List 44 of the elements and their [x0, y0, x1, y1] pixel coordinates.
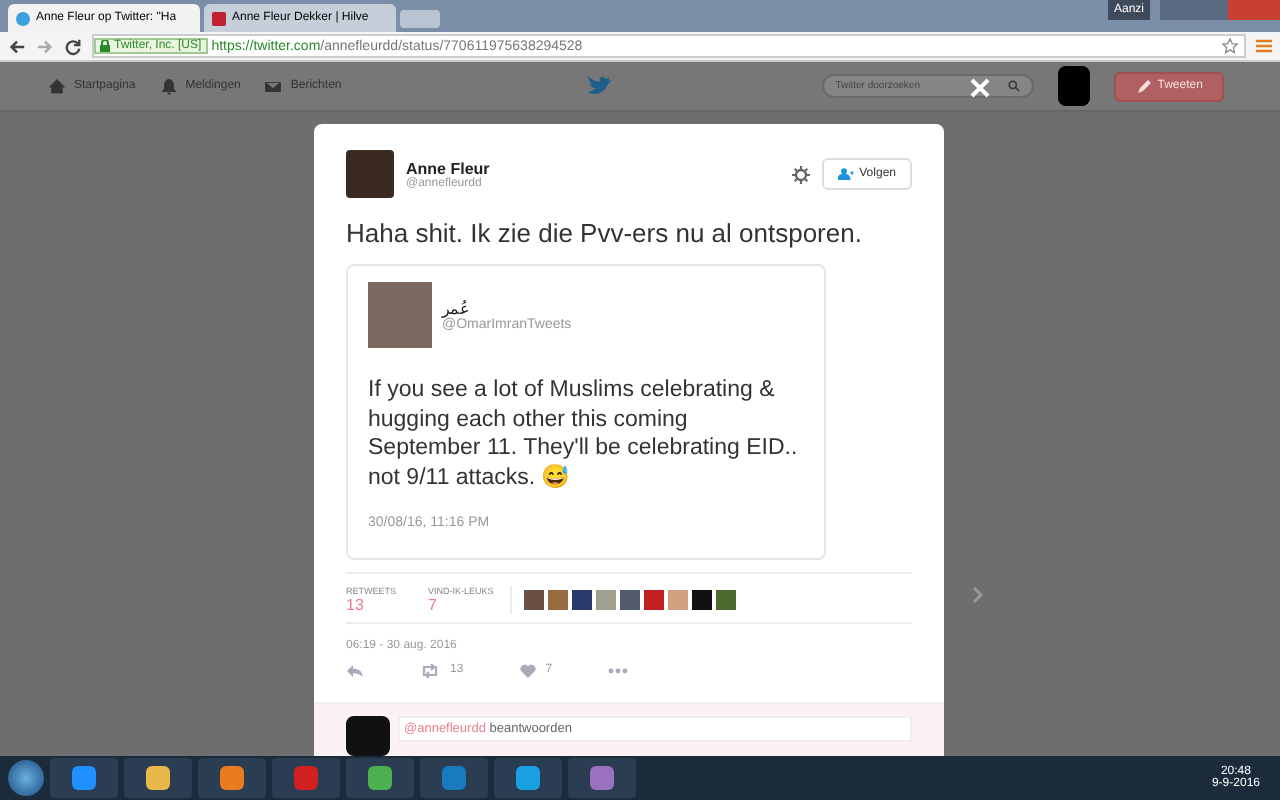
avatar-icon[interactable]	[1057, 66, 1090, 106]
app-icon[interactable]	[124, 758, 192, 798]
user-name: Anne Fleur	[406, 159, 492, 177]
app-icon[interactable]	[420, 758, 488, 798]
quoted-tweet-text: If you see a lot of Muslims celebrating & hugging each other this coming September 11. They'll be celebrating EID.. not 9/11 attacks. 😅	[368, 376, 800, 494]
lock-icon	[100, 40, 110, 52]
close-icon[interactable]	[970, 78, 990, 98]
envelope-icon[interactable]	[264, 77, 283, 95]
avatar-placeholder[interactable]	[716, 589, 736, 610]
forward-icon[interactable]	[36, 37, 54, 55]
person-add-icon	[837, 168, 854, 180]
avatar-placeholder	[368, 282, 432, 348]
tweet-text: Haha shit. Ik zie die Pvv-ers nu al ontsporen.	[346, 218, 864, 248]
stat-count[interactable]: 13	[346, 595, 428, 614]
avatar-placeholder[interactable]	[644, 589, 664, 610]
back-icon[interactable]	[8, 37, 26, 55]
menu-icon[interactable]	[1256, 38, 1272, 54]
retweet-icon[interactable]	[420, 663, 440, 678]
site-icon	[212, 11, 226, 25]
more-icon[interactable]	[608, 667, 629, 674]
pencil-icon	[1135, 79, 1152, 93]
avatar-placeholder[interactable]	[572, 589, 592, 610]
avatar-placeholder[interactable]	[620, 589, 640, 610]
app-icon[interactable]	[494, 758, 562, 798]
avatar-icon	[346, 715, 390, 756]
bell-icon[interactable]	[159, 77, 178, 95]
heart-icon[interactable]	[519, 663, 536, 678]
home-icon[interactable]	[48, 77, 66, 95]
stat-count[interactable]: 7	[428, 595, 510, 614]
app-icon[interactable]	[346, 758, 414, 798]
user-name: عُمر	[442, 299, 470, 317]
app-icon[interactable]	[568, 758, 636, 798]
star-icon[interactable]	[1222, 38, 1238, 54]
start-button[interactable]	[8, 760, 44, 796]
settings-icon[interactable]	[791, 165, 810, 183]
avatar-placeholder	[346, 150, 394, 198]
search-icon[interactable]	[1007, 80, 1020, 92]
app-icon[interactable]	[50, 758, 118, 798]
app-icon[interactable]	[198, 758, 266, 798]
reload-icon[interactable]	[64, 37, 82, 55]
reply-icon[interactable]	[346, 663, 364, 678]
avatar-placeholder[interactable]	[692, 589, 712, 610]
avatar-placeholder[interactable]	[524, 589, 544, 610]
chevron-right-icon[interactable]	[972, 586, 984, 604]
